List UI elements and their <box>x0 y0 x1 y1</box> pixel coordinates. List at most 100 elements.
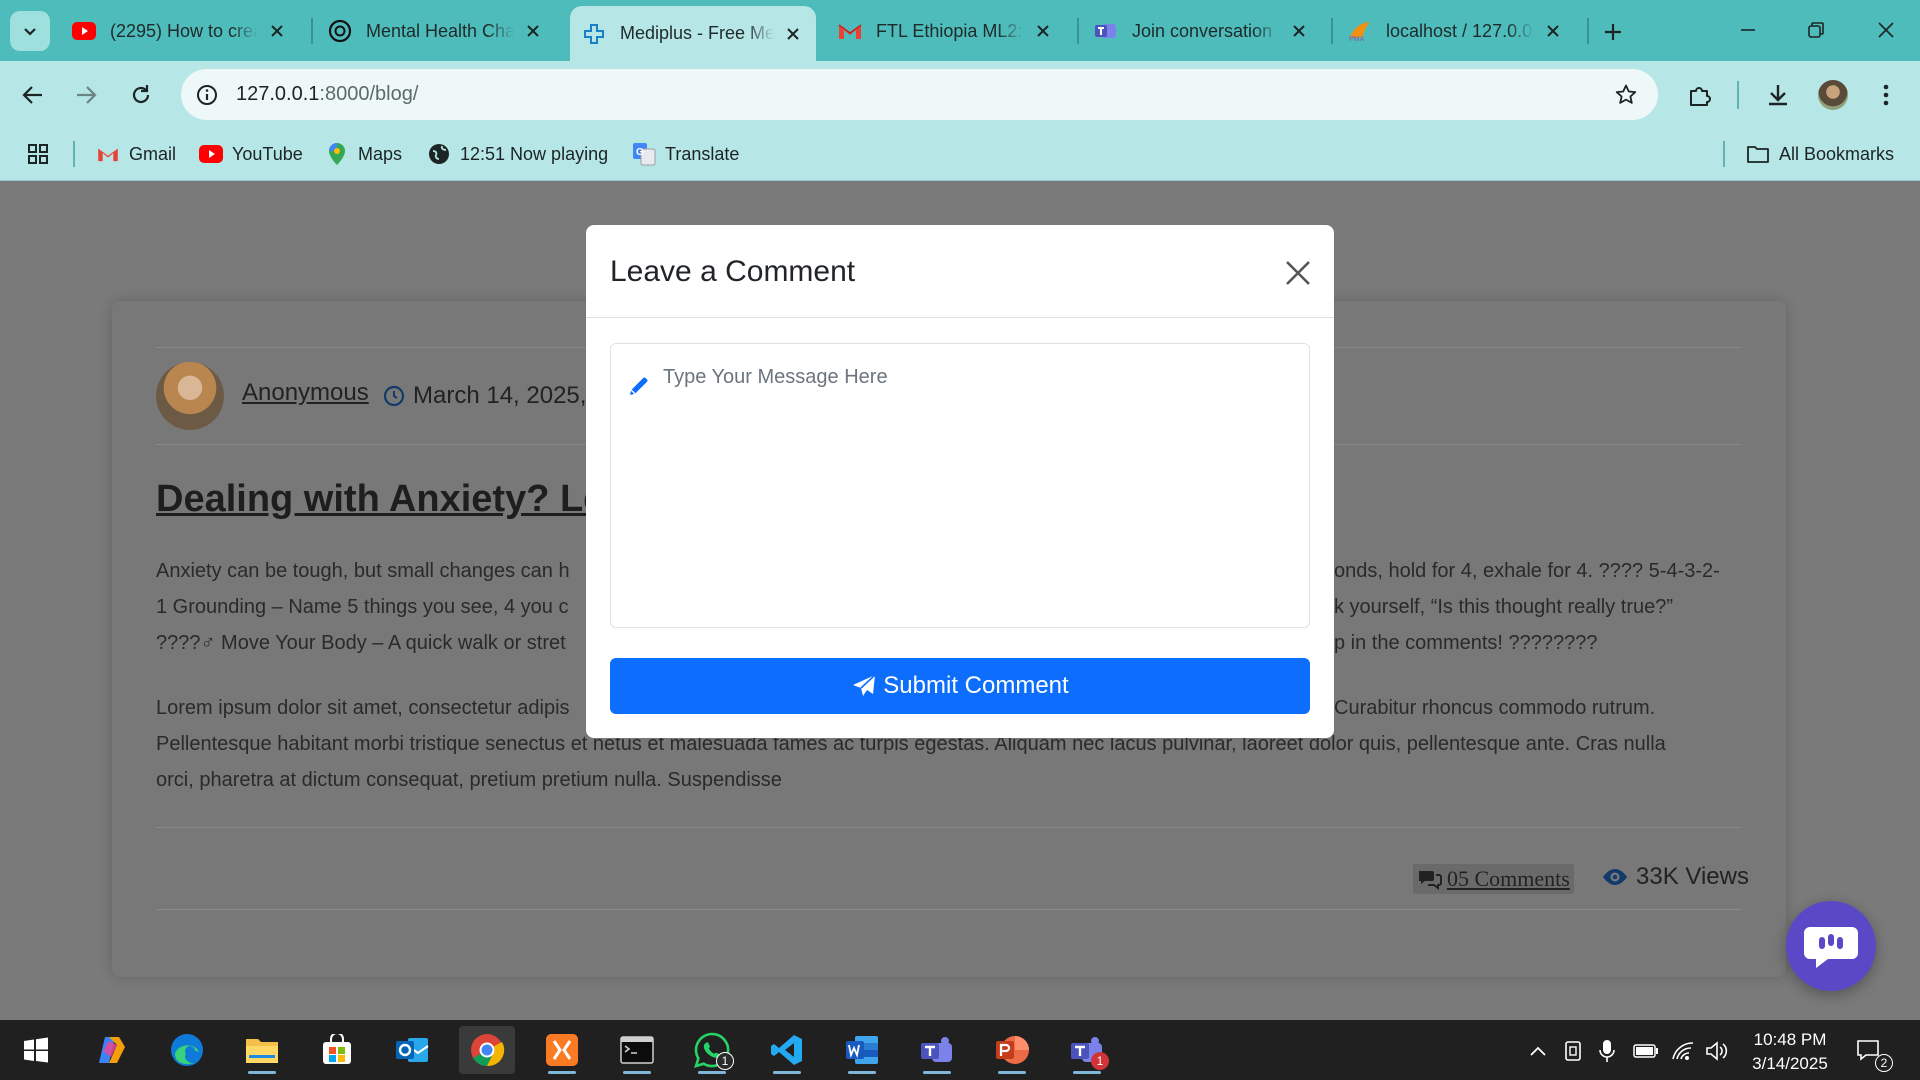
close-icon[interactable] <box>1032 20 1054 42</box>
comments-link[interactable]: 05 Comments <box>1413 864 1574 894</box>
wifi-icon[interactable] <box>1670 1038 1696 1064</box>
url-text[interactable]: 127.0.0.1:8000/blog/ <box>236 83 418 106</box>
close-icon <box>1878 22 1894 38</box>
taskbar-terminal[interactable] <box>609 1026 665 1074</box>
profile-button[interactable] <box>1813 75 1853 115</box>
volume-icon[interactable] <box>1704 1038 1730 1064</box>
apps-button[interactable] <box>26 140 59 168</box>
taskbar-file-explorer[interactable] <box>234 1026 290 1074</box>
arrow-right-icon <box>77 86 97 104</box>
bookmarks-separator <box>73 141 75 167</box>
modal-close-button[interactable] <box>1281 256 1315 290</box>
reload-button[interactable] <box>121 75 161 115</box>
taskbar-teams[interactable] <box>909 1026 965 1074</box>
tab-phpmyadmin[interactable]: PMA localhost / 127.0.0.1 <box>1336 8 1576 54</box>
puzzle-icon <box>1690 87 1711 106</box>
post-title[interactable]: Dealing with Anxiety? Let <box>156 478 617 521</box>
bookmark-label: Gmail <box>129 143 177 164</box>
back-button[interactable] <box>13 75 53 115</box>
new-tab-button[interactable] <box>1596 15 1630 49</box>
plus-icon <box>1605 24 1621 40</box>
author-link[interactable]: Anonymous <box>242 379 369 407</box>
close-icon[interactable] <box>522 20 544 42</box>
chat-widget-button[interactable] <box>1786 901 1876 991</box>
tab-mental-health-chat[interactable]: Mental Health Chat <box>316 8 556 54</box>
system-clock[interactable]: 10:48 PM 3/14/2025 <box>1742 1028 1838 1076</box>
taskbar-whatsapp[interactable]: 1 <box>684 1026 740 1074</box>
gmail-icon <box>838 19 862 43</box>
close-window-button[interactable] <box>1858 8 1914 52</box>
message-field-wrapper <box>610 343 1310 628</box>
close-icon[interactable] <box>266 20 288 42</box>
bookmark-maps[interactable]: Maps <box>325 140 402 168</box>
views-count: 33K Views <box>1602 863 1749 891</box>
clock-time: 10:48 PM <box>1753 1030 1827 1049</box>
taskbar-chrome[interactable] <box>459 1026 515 1074</box>
close-icon <box>1286 261 1310 285</box>
taskbar-edge[interactable] <box>159 1026 215 1074</box>
close-icon[interactable] <box>782 23 804 45</box>
comments-count: 05 Comments <box>1447 866 1570 891</box>
all-bookmarks-button[interactable]: All Bookmarks <box>1746 140 1894 168</box>
taskbar-copilot[interactable] <box>84 1026 140 1074</box>
bookmarks-separator <box>1723 141 1725 167</box>
edge-icon <box>171 1034 203 1066</box>
modal-title: Leave a Comment <box>610 255 856 288</box>
browser-menu-button[interactable] <box>1866 75 1906 115</box>
show-hidden-icons-button[interactable] <box>1525 1038 1551 1064</box>
terminal-icon <box>620 1036 654 1064</box>
bookmark-label: Maps <box>358 143 403 164</box>
taskbar-word[interactable] <box>834 1026 890 1074</box>
start-button[interactable] <box>8 1026 64 1074</box>
taskbar-outlook[interactable] <box>384 1026 440 1074</box>
folder-icon <box>1746 142 1770 166</box>
gmail-icon <box>96 142 120 166</box>
address-bar[interactable]: 127.0.0.1:8000/blog/ <box>181 69 1658 120</box>
taskbar-xampp[interactable] <box>534 1026 590 1074</box>
close-icon[interactable] <box>1288 20 1310 42</box>
taskbar-powerpoint[interactable] <box>984 1026 1040 1074</box>
tab-title: localhost / 127.0.0.1 <box>1386 20 1534 41</box>
excerpt-line: Anxiety can be tough, but small changes … <box>156 560 570 582</box>
bookmark-translate[interactable]: G Translate <box>632 140 739 168</box>
bookmark-now-playing[interactable]: 12:51 Now playing <box>427 140 608 168</box>
taskbar-teams-work[interactable]: 1 <box>1059 1026 1115 1074</box>
body-line: orci, pharetra at dictum consequat, pret… <box>156 769 782 791</box>
excerpt-line: p in the comments! ???????? <box>1334 632 1598 654</box>
windows-logo-icon <box>24 1037 48 1063</box>
tab-title: Mediplus - Free Medical <box>620 23 774 43</box>
chrome-icon <box>471 1034 505 1067</box>
outlook-icon <box>396 1038 429 1062</box>
restore-button[interactable] <box>1788 8 1844 52</box>
message-input[interactable] <box>663 366 1293 606</box>
downloads-button[interactable] <box>1758 75 1798 115</box>
bookmark-youtube[interactable]: YouTube <box>199 140 303 168</box>
tray-device-icon[interactable] <box>1560 1038 1586 1064</box>
tab-teams[interactable]: Join conversation <box>1082 8 1322 54</box>
battery-icon[interactable] <box>1633 1038 1659 1064</box>
tab-separator <box>1077 18 1079 44</box>
tab-youtube[interactable]: (2295) How to create <box>60 8 300 54</box>
taskbar-store[interactable] <box>309 1026 365 1074</box>
extensions-button[interactable] <box>1680 75 1720 115</box>
comments-icon <box>1419 871 1442 890</box>
microphone-icon[interactable] <box>1594 1038 1620 1064</box>
tab-mediplus[interactable]: Mediplus - Free Medical <box>570 6 816 61</box>
notifications-button[interactable]: 2 <box>1855 1036 1893 1072</box>
chevron-up-icon <box>1530 1046 1546 1056</box>
minimize-button[interactable] <box>1720 8 1776 52</box>
store-icon <box>323 1034 351 1064</box>
url-path: :8000/blog/ <box>319 83 419 105</box>
submit-comment-button[interactable]: Submit Comment <box>610 658 1310 714</box>
bookmark-star-icon[interactable] <box>1612 81 1640 109</box>
globe-icon <box>427 142 451 166</box>
tab-gmail[interactable]: FTL Ethiopia ML2: Inbox <box>826 8 1066 54</box>
close-icon[interactable] <box>1542 20 1564 42</box>
body-line: Curabitur rhoncus commodo rutrum. <box>1334 697 1656 719</box>
tab-search-button[interactable] <box>10 11 50 51</box>
taskbar-vscode[interactable] <box>759 1026 815 1074</box>
forward-button[interactable] <box>66 75 106 115</box>
toolbar-separator <box>1737 81 1739 109</box>
bookmark-gmail[interactable]: Gmail <box>96 140 176 168</box>
site-info-icon[interactable] <box>194 82 220 108</box>
